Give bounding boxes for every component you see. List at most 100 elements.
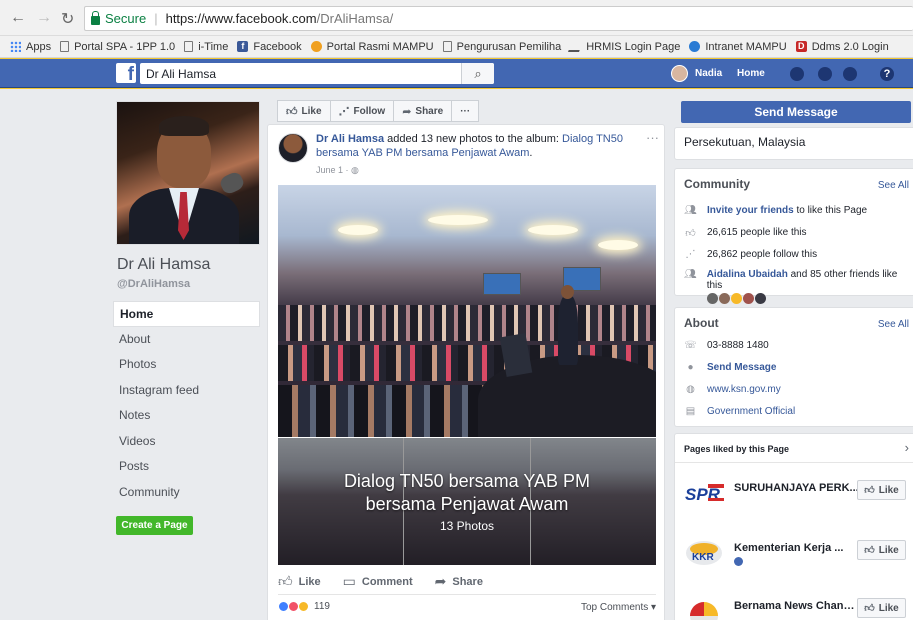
phone-row: ☏ 03-8888 1480 xyxy=(684,340,910,351)
avatar[interactable] xyxy=(730,293,742,304)
globe-icon: ◍ xyxy=(351,165,359,175)
liked-page-item: SPR SURUHANJAYA PERK... 👍︎ Like xyxy=(684,474,910,514)
page-nav-instagram[interactable]: Instagram feed xyxy=(113,378,260,404)
bookmark-itime[interactable]: i-Time xyxy=(184,41,228,53)
thumbs-up-icon: 👍︎ xyxy=(685,228,696,239)
album-main-photo[interactable] xyxy=(278,185,656,437)
facebook-logo[interactable]: f xyxy=(116,63,136,83)
post-options-button[interactable]: ··· xyxy=(646,130,659,145)
liked-page-item: KKR Kementerian Kerja ... 👍︎ Like xyxy=(684,534,910,574)
avatar[interactable] xyxy=(742,293,754,304)
page-nav-home[interactable]: Home xyxy=(113,301,260,327)
address-bar[interactable]: Secure | https://www.facebook.com/DrAliH… xyxy=(84,6,913,31)
bookmark-portal-mampu[interactable]: Portal Rasmi MAMPU xyxy=(310,41,434,53)
page-nav-photos[interactable]: Photos xyxy=(113,352,260,378)
forward-icon[interactable]: → xyxy=(36,9,52,27)
friend-link[interactable]: Aidalina Ubaidah xyxy=(707,269,788,280)
post-share-button[interactable]: ➦ Share xyxy=(435,573,483,590)
liked-page-name[interactable]: Kementerian Kerja ... xyxy=(734,542,859,554)
create-page-button[interactable]: Create a Page xyxy=(116,516,193,535)
invite-friends-link[interactable]: Invite your friends xyxy=(707,205,794,216)
liked-page-name[interactable]: SURUHANJAYA PERK... xyxy=(734,482,859,494)
about-see-all-link[interactable]: See All xyxy=(878,319,909,330)
bookmark-portal-spa[interactable]: Portal SPA - 1PP 1.0 xyxy=(60,41,175,53)
thumbs-up-icon: 👍︎ xyxy=(864,603,875,614)
kkr-logo[interactable]: KKR xyxy=(684,538,726,568)
page-nav-about[interactable]: About xyxy=(113,327,260,353)
post-date[interactable]: June 1 · ◍ xyxy=(316,165,359,176)
secure-label: Secure xyxy=(105,11,147,26)
post-header: Dr Ali Hamsa added 13 new photos to the … xyxy=(316,133,623,159)
post-like-button[interactable]: 👍︎ Like xyxy=(278,573,321,590)
community-see-all-link[interactable]: See All xyxy=(878,180,909,191)
bookmark-pengurusan[interactable]: Pengurusan Pemiliha xyxy=(442,41,561,53)
send-message-button[interactable]: Send Message xyxy=(681,101,911,123)
album-overlay[interactable]: Dialog TN50 bersama YAB PM bersama Penja… xyxy=(278,438,656,565)
reactions-summary[interactable]: 119 xyxy=(278,601,330,612)
page-action-bar: 👍︎ Like ⋰ Follow ➦ Share ··· xyxy=(277,100,480,122)
spr-logo[interactable]: SPR xyxy=(684,478,726,508)
avatar[interactable] xyxy=(706,293,718,304)
top-comments-dropdown[interactable]: Top Comments ▾ xyxy=(581,602,656,613)
bookmark-ddms[interactable]: D Ddms 2.0 Login xyxy=(795,41,889,53)
post-action-text: added 13 new photos to the album: xyxy=(384,133,563,145)
mampu-crest-icon xyxy=(310,41,322,52)
bookmark-facebook[interactable]: f Facebook xyxy=(237,41,302,53)
page-nav-community[interactable]: Community xyxy=(113,480,260,506)
page-handle[interactable]: @DrAliHamsa xyxy=(117,278,190,290)
search-icon[interactable]: ⌕ xyxy=(461,63,494,84)
avatar[interactable] xyxy=(718,293,730,304)
page-body: Dr Ali Hamsa @DrAliHamsa Home About Phot… xyxy=(0,89,913,620)
friend-requests-icon[interactable] xyxy=(790,67,804,81)
liked-page-like-button[interactable]: 👍︎ Like xyxy=(857,598,906,618)
website-link[interactable]: www.ksn.gov.my xyxy=(707,384,781,395)
website-row: ◍ www.ksn.gov.my xyxy=(684,384,910,395)
post-author-link[interactable]: Dr Ali Hamsa xyxy=(316,133,384,145)
post-comment-button[interactable]: ▭ Comment xyxy=(343,573,413,590)
page-nav-videos[interactable]: Videos xyxy=(113,429,260,455)
follows-row: ⋰ 26,862 people follow this xyxy=(684,249,910,260)
notifications-globe-icon[interactable] xyxy=(843,67,857,81)
page-nav: Home About Photos Instagram feed Notes V… xyxy=(113,301,260,505)
album-photo-count: 13 Photos xyxy=(439,519,495,533)
page-nav-notes[interactable]: Notes xyxy=(113,403,260,429)
thumbs-up-icon: 👍︎ xyxy=(278,573,293,589)
facebook-header: f ⌕ Nadia Home ? xyxy=(0,59,913,88)
bookmark-hrmis[interactable]: HRMIS Login Page xyxy=(568,41,680,53)
liked-page-like-button[interactable]: 👍︎ Like xyxy=(857,480,906,500)
back-icon[interactable]: ← xyxy=(10,9,26,27)
bookmark-apps[interactable]: Apps xyxy=(10,41,51,53)
messenger-icon: ● xyxy=(687,362,694,373)
follow-button[interactable]: ⋰ Follow xyxy=(329,100,395,122)
chevron-right-icon[interactable]: › xyxy=(905,440,909,455)
profile-picture[interactable] xyxy=(116,101,260,245)
home-link[interactable]: Home xyxy=(737,68,765,79)
page-icon xyxy=(60,41,70,52)
comment-bubble-icon: ▭ xyxy=(342,573,356,589)
liked-page-name[interactable]: Bernama News Channel xyxy=(734,600,859,612)
reaction-count: 119 xyxy=(314,601,330,612)
profile-link[interactable]: Nadia xyxy=(695,68,722,79)
microphone-icon xyxy=(218,170,246,196)
help-icon[interactable]: ? xyxy=(880,67,894,81)
avatar[interactable] xyxy=(754,293,766,304)
liked-page-like-button[interactable]: 👍︎ Like xyxy=(857,540,906,560)
about-send-message-link[interactable]: Send Message xyxy=(707,362,776,373)
category-link[interactable]: Government Official xyxy=(707,406,795,417)
messages-icon[interactable] xyxy=(818,67,832,81)
search-input[interactable] xyxy=(140,63,494,84)
svg-text:KKR: KKR xyxy=(692,552,714,563)
browser-toolbar: ← → ↻ Secure | https://www.facebook.com /… xyxy=(0,0,913,36)
reload-icon[interactable]: ↻ xyxy=(61,9,74,29)
thumbs-up-icon: 👍︎ xyxy=(864,545,875,556)
verified-badge-icon xyxy=(734,557,743,566)
share-page-button[interactable]: ➦ Share xyxy=(393,100,453,122)
bernama-logo[interactable] xyxy=(684,596,726,620)
avatar[interactable] xyxy=(671,65,688,82)
post-avatar[interactable] xyxy=(278,133,308,163)
page-nav-posts[interactable]: Posts xyxy=(113,454,260,480)
more-button[interactable]: ··· xyxy=(451,100,480,122)
like-page-button[interactable]: 👍︎ Like xyxy=(277,100,331,122)
bookmark-intranet[interactable]: Intranet MAMPU xyxy=(689,41,787,53)
signature-icon xyxy=(568,41,584,52)
